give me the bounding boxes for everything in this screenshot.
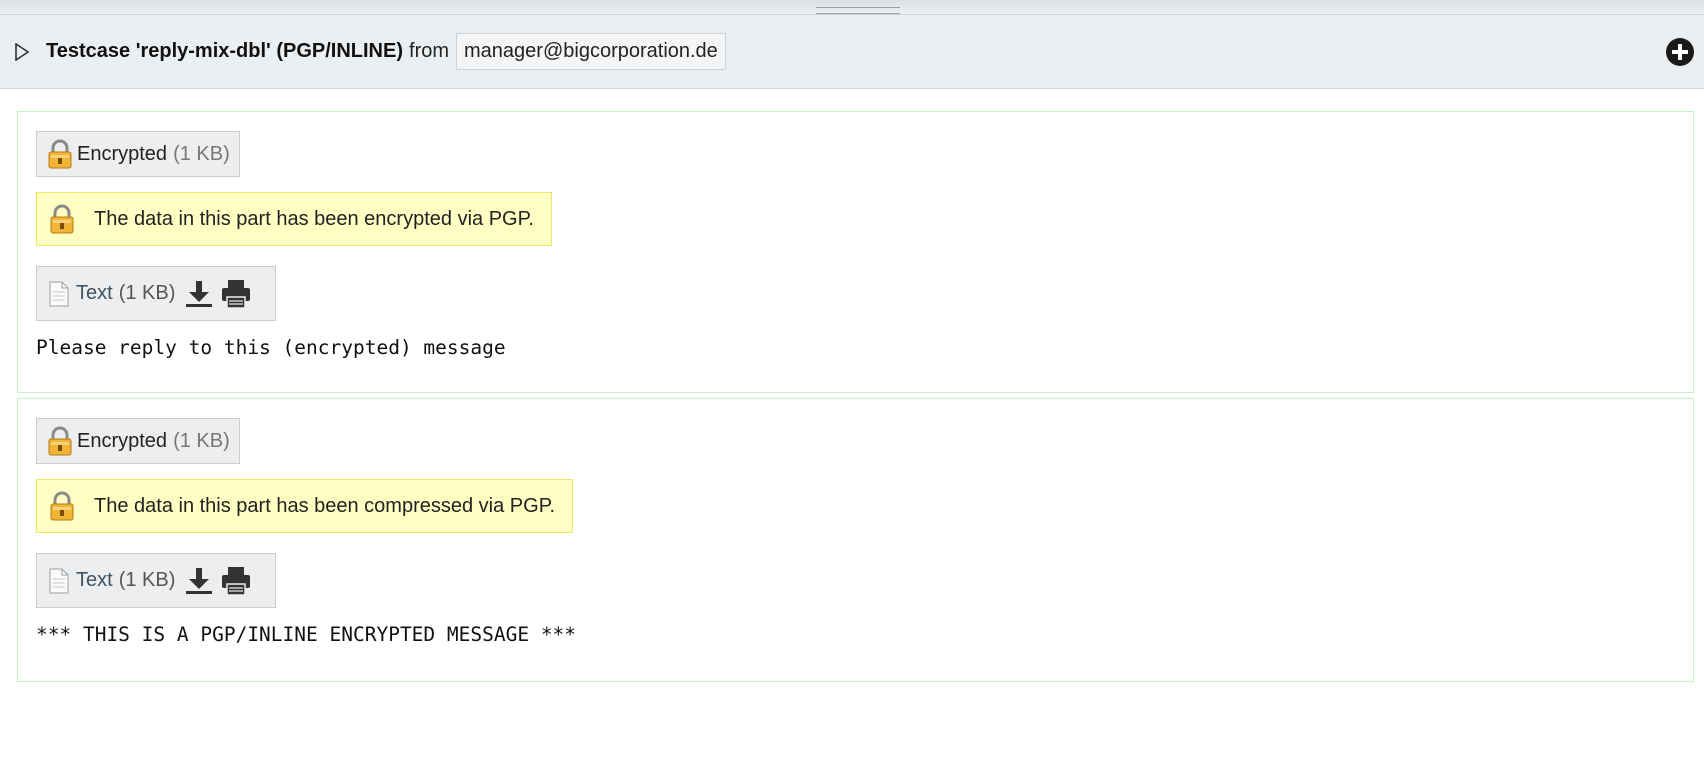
lock-icon (48, 426, 72, 456)
resize-grip[interactable] (816, 7, 900, 14)
text-part-size: (1 KB) (118, 569, 176, 591)
text-part-badge: Text (1 KB) (36, 553, 276, 608)
message-subject: Testcase 'reply-mix-dbl' (PGP/INLINE) (46, 40, 404, 62)
document-icon (49, 281, 69, 306)
message-header: Testcase 'reply-mix-dbl' (PGP/INLINE) fr… (0, 15, 1704, 89)
text-part-link[interactable]: Text (76, 282, 113, 305)
lock-icon (50, 491, 74, 521)
text-part-link[interactable]: Text (76, 569, 113, 592)
plus-circle-icon[interactable] (1665, 37, 1695, 67)
compression-notice: The data in this part has been compresse… (36, 479, 574, 533)
encrypted-label: Encrypted (77, 142, 168, 165)
text-part-badge: Text (1 KB) (36, 266, 276, 321)
notice-text: The data in this part has been encrypted… (94, 207, 534, 230)
lock-icon (50, 204, 74, 234)
sender-address[interactable]: manager@bigcorporation.de (456, 33, 726, 70)
printer-icon[interactable] (220, 279, 252, 309)
text-part-size: (1 KB) (118, 282, 176, 304)
from-label: from (409, 40, 450, 62)
encrypted-size: (1 KB) (173, 142, 230, 165)
encrypted-part-badge[interactable]: Encrypted (1 KB) (36, 418, 240, 464)
encrypted-size: (1 KB) (173, 429, 230, 452)
encrypted-label: Encrypted (77, 429, 168, 452)
mime-part-encrypted: Encrypted (1 KB) The data in this part h… (17, 111, 1694, 393)
preview-resize-handle[interactable] (0, 0, 1704, 15)
message-body-text: Please reply to this (encrypted) message (36, 336, 506, 359)
message-body-text: *** THIS IS A PGP/INLINE ENCRYPTED MESSA… (36, 623, 577, 646)
document-icon (49, 568, 69, 593)
encrypted-part-badge[interactable]: Encrypted (1 KB) (36, 131, 240, 177)
notice-text: The data in this part has been compresse… (94, 494, 556, 517)
encryption-notice: The data in this part has been encrypted… (36, 192, 552, 246)
download-icon[interactable] (184, 279, 214, 309)
mime-part-encrypted: Encrypted (1 KB) The data in this part h… (17, 398, 1694, 682)
lock-icon (48, 139, 72, 169)
download-icon[interactable] (184, 566, 214, 596)
printer-icon[interactable] (220, 566, 252, 596)
expand-headers-toggle[interactable] (14, 41, 32, 63)
triangle-right-icon[interactable] (14, 42, 30, 61)
